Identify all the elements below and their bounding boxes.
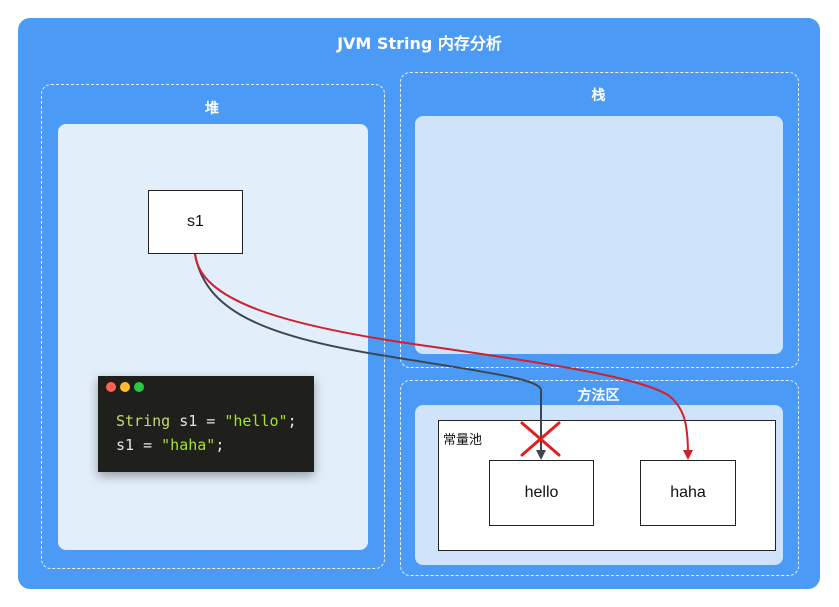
- new-reference-arrow: [194, 253, 693, 460]
- reference-arrows: [194, 253, 693, 460]
